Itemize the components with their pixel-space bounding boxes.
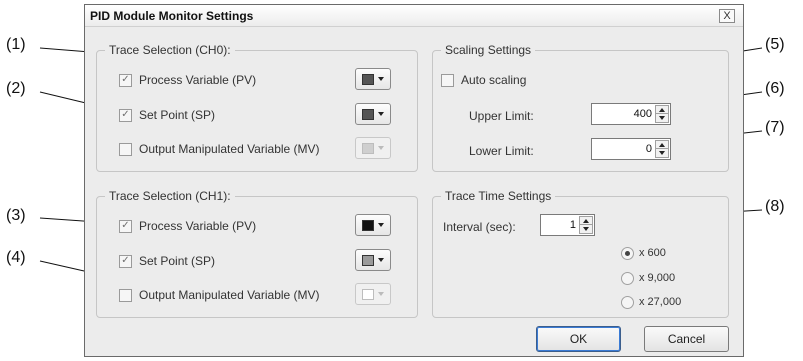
ch0-pv-color-button[interactable] [355,68,391,90]
ch1-mv-color-button [355,283,391,305]
ch1-sp-label: Set Point (SP) [139,254,216,268]
radio-x27000-label: x 27,000 [639,296,682,308]
chevron-down-icon [378,223,384,227]
callout-4: (4) [6,249,26,266]
ch0-sp-row[interactable]: ✓ Set Point (SP) [119,106,215,124]
chevron-down-icon [378,292,384,296]
trace-selection-ch1-title: Trace Selection (CH1): [105,189,235,203]
ch1-mv-checkbox[interactable] [119,288,132,302]
radio-x9000[interactable] [621,271,634,285]
chevron-down-icon [378,112,384,116]
interval-option-x27000[interactable]: x 27,000 [621,293,681,311]
spin-down-icon[interactable] [580,225,592,233]
trace-selection-ch0-group: Trace Selection (CH0): ✓ Process Variabl… [96,43,418,172]
callout-3: (3) [6,207,26,224]
lower-limit-spin-buttons[interactable] [655,140,669,158]
close-button[interactable]: X [719,9,735,23]
callout-5: (5) [765,36,785,53]
radio-x600-label: x 600 [639,247,666,259]
ch0-mv-checkbox[interactable] [119,142,132,156]
interval-option-x9000[interactable]: x 9,000 [621,269,675,287]
radio-x27000[interactable] [621,295,634,309]
auto-scaling-label: Auto scaling [461,73,527,87]
ch1-mv-row[interactable]: Output Manipulated Variable (MV) [119,286,320,304]
ch0-mv-color-swatch [362,143,374,154]
ch1-pv-checkbox[interactable]: ✓ [119,219,132,233]
ch1-sp-row[interactable]: ✓ Set Point (SP) [119,252,215,270]
ch1-mv-label: Output Manipulated Variable (MV) [139,288,320,302]
spin-down-icon[interactable] [656,149,668,157]
spin-up-icon[interactable] [580,217,592,225]
ch0-mv-color-button [355,137,391,159]
interval-option-x600[interactable]: x 600 [621,244,666,262]
ch1-sp-color-swatch [362,255,374,266]
ok-button[interactable]: OK [536,326,621,352]
interval-spin-buttons[interactable] [579,216,593,234]
trace-time-settings-group: Trace Time Settings Interval (sec): 1 x … [432,189,729,318]
trace-time-settings-title: Trace Time Settings [441,189,556,203]
ch0-mv-label: Output Manipulated Variable (MV) [139,142,320,156]
title-bar[interactable]: PID Module Monitor Settings X [85,5,743,27]
ch1-sp-color-button[interactable] [355,249,391,271]
spin-down-icon[interactable] [656,114,668,122]
ch0-sp-checkbox[interactable]: ✓ [119,108,132,122]
ch0-pv-color-swatch [362,74,374,85]
spin-up-icon[interactable] [656,141,668,149]
scaling-settings-group: Scaling Settings Auto scaling Upper Limi… [432,43,729,172]
callout-7: (7) [765,119,785,136]
callout-8: (8) [765,198,785,215]
ch1-pv-color-swatch [362,220,374,231]
radio-x600[interactable] [621,246,634,260]
ch0-sp-label: Set Point (SP) [139,108,216,122]
upper-limit-label: Upper Limit: [469,109,534,123]
upper-limit-value[interactable]: 400 [634,108,652,120]
chevron-down-icon [378,77,384,81]
chevron-down-icon [378,258,384,262]
callout-6: (6) [765,80,785,97]
callout-1: (1) [6,36,26,53]
trace-selection-ch1-group: Trace Selection (CH1): ✓ Process Variabl… [96,189,418,318]
scaling-settings-title: Scaling Settings [441,43,536,57]
ch0-sp-color-button[interactable] [355,103,391,125]
callout-2: (2) [6,80,26,97]
ch0-pv-row[interactable]: ✓ Process Variable (PV) [119,71,256,89]
ch0-pv-label: Process Variable (PV) [139,73,257,87]
ch1-pv-color-button[interactable] [355,214,391,236]
cancel-button[interactable]: Cancel [644,326,729,352]
auto-scaling-checkbox[interactable] [441,73,454,87]
pid-monitor-settings-dialog: PID Module Monitor Settings X Trace Sele… [84,4,744,357]
upper-limit-spinner[interactable]: 400 [591,103,671,125]
chevron-down-icon [378,146,384,150]
interval-value[interactable]: 1 [570,219,576,231]
lower-limit-spinner[interactable]: 0 [591,138,671,160]
ch0-mv-row[interactable]: Output Manipulated Variable (MV) [119,140,320,158]
interval-label: Interval (sec): [443,220,516,234]
ch1-pv-row[interactable]: ✓ Process Variable (PV) [119,217,256,235]
lower-limit-label: Lower Limit: [469,144,534,158]
upper-limit-spin-buttons[interactable] [655,105,669,123]
trace-selection-ch0-title: Trace Selection (CH0): [105,43,235,57]
radio-x9000-label: x 9,000 [639,272,676,284]
spin-up-icon[interactable] [656,106,668,114]
ch0-pv-checkbox[interactable]: ✓ [119,73,132,87]
ch1-sp-checkbox[interactable]: ✓ [119,254,132,268]
ch1-pv-label: Process Variable (PV) [139,219,257,233]
interval-spinner[interactable]: 1 [540,214,595,236]
ch0-sp-color-swatch [362,109,374,120]
dialog-title: PID Module Monitor Settings [90,9,254,23]
ch1-mv-color-swatch [362,289,374,300]
auto-scaling-row[interactable]: Auto scaling [441,71,526,89]
lower-limit-value[interactable]: 0 [646,143,652,155]
